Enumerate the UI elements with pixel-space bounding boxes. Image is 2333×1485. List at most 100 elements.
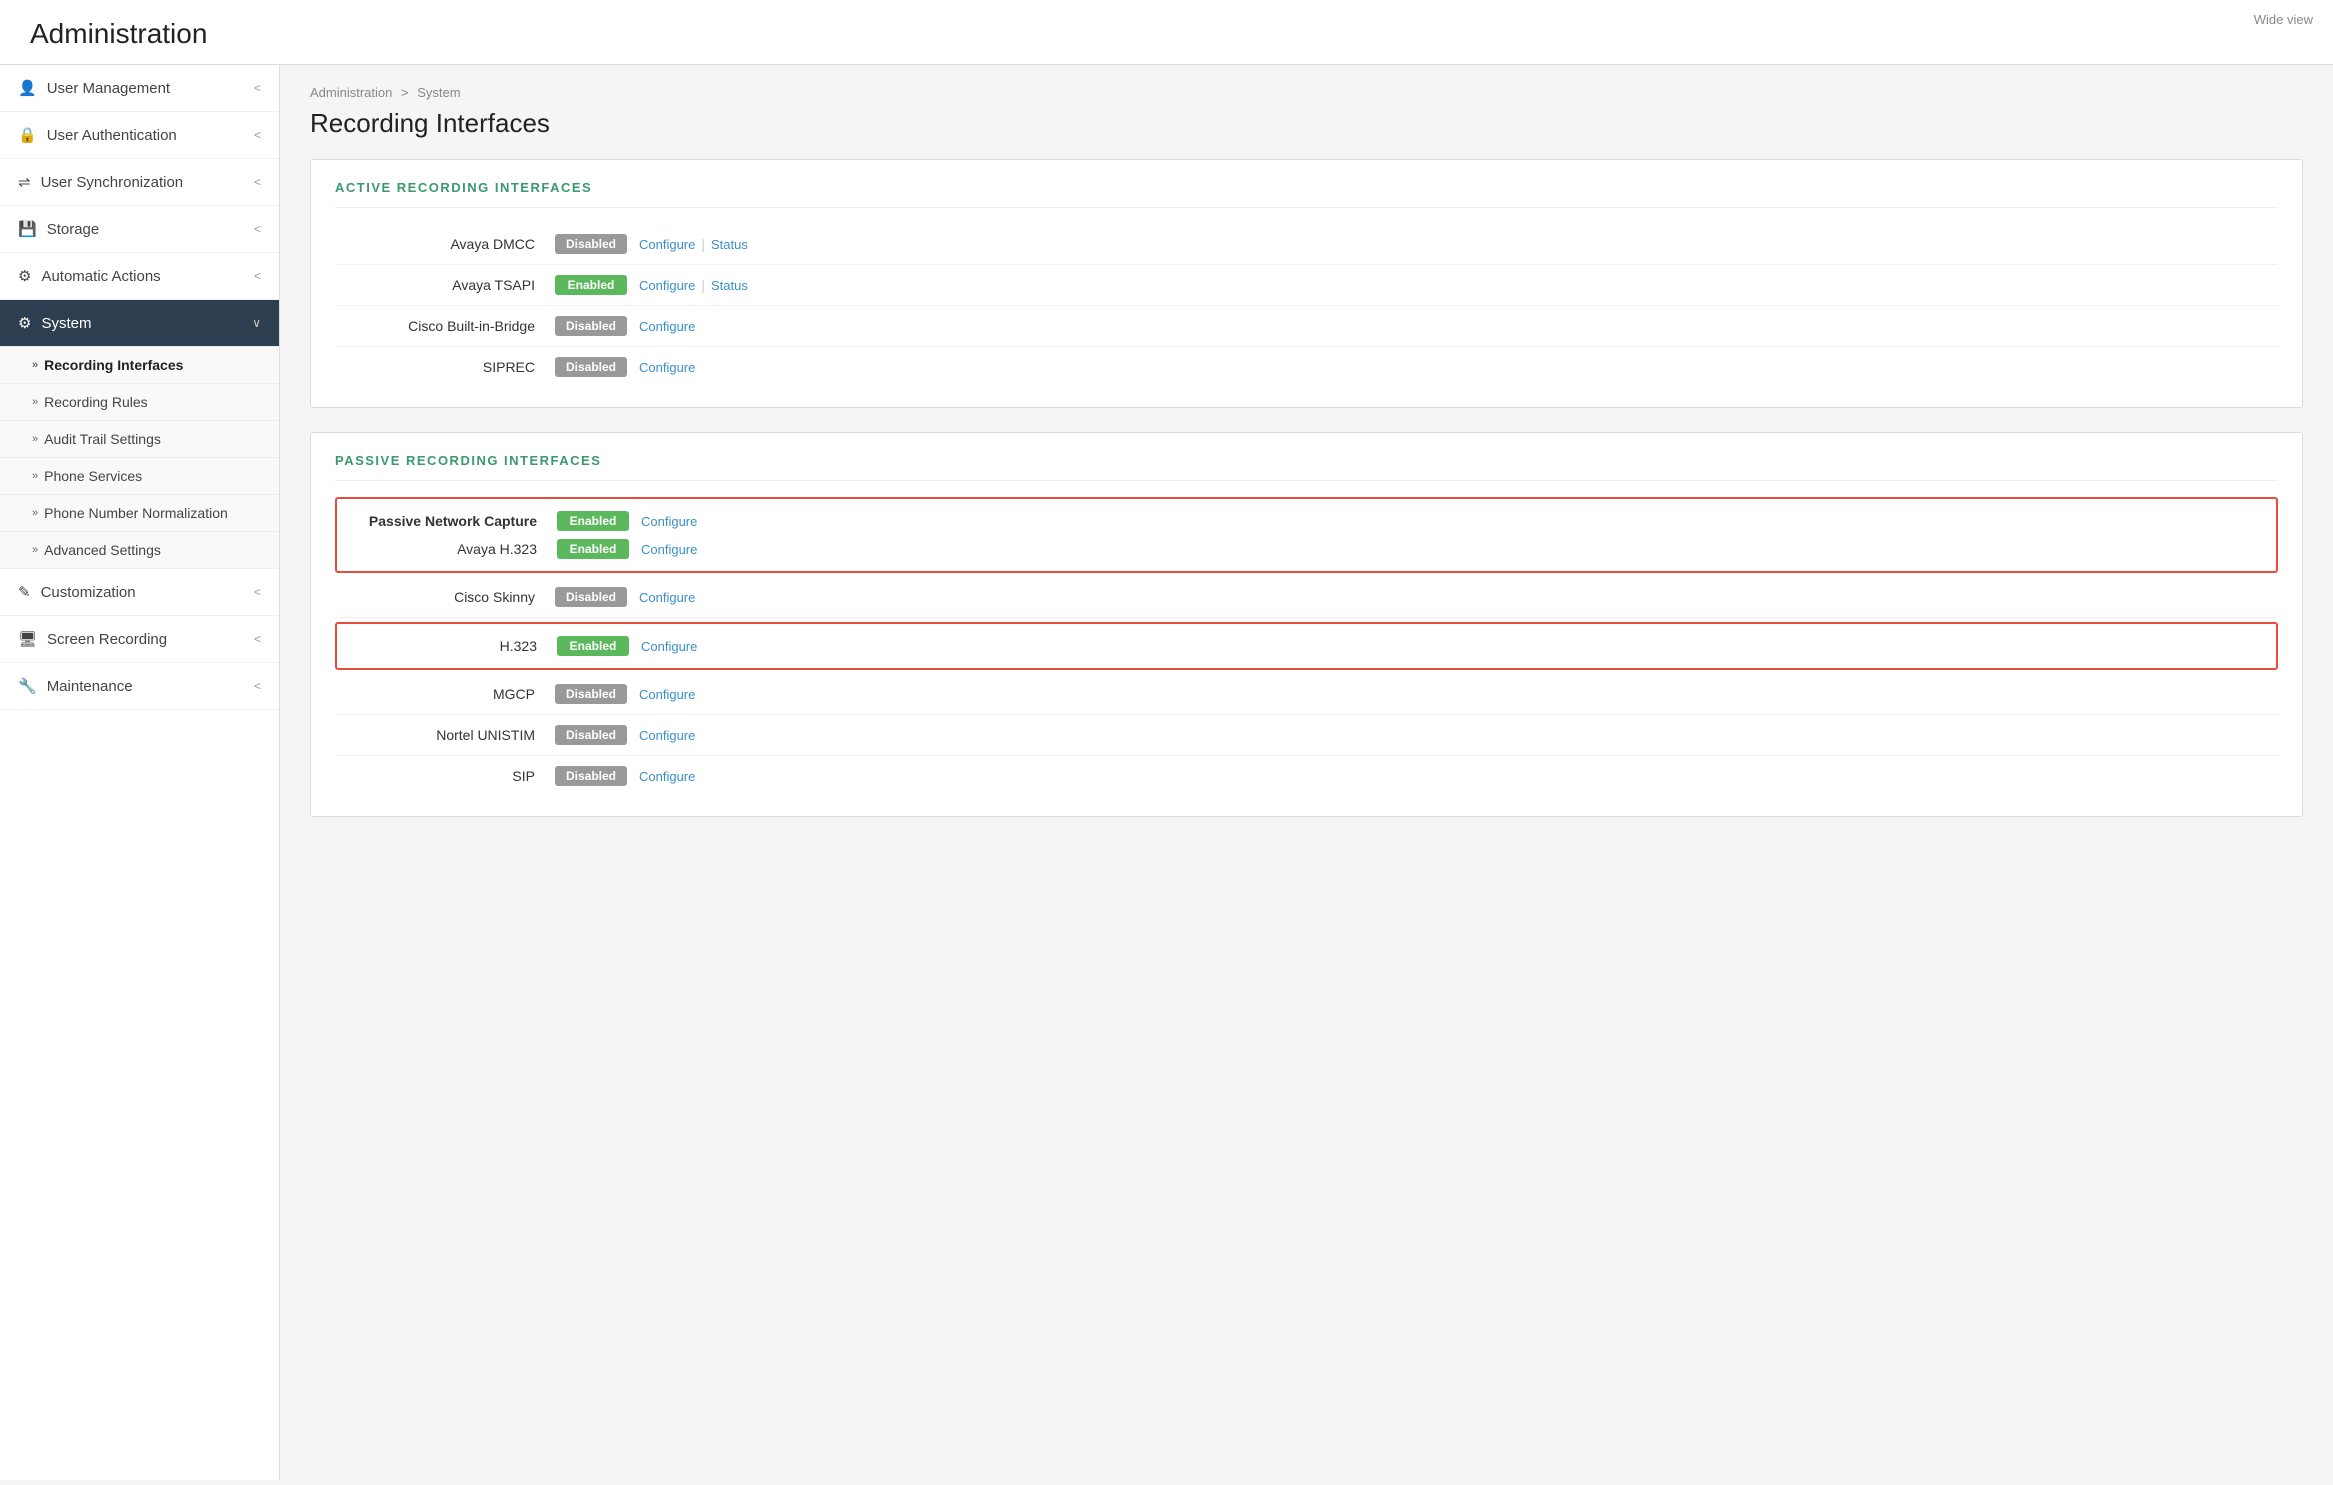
chevron-user-management: <	[254, 81, 261, 95]
action-link-status[interactable]: Status	[711, 237, 748, 252]
arrow-audit-trail-settings: »	[32, 433, 38, 445]
subitem-label-advanced-settings: Advanced Settings	[44, 542, 161, 558]
interface-actions: Configure	[641, 542, 697, 557]
icon-customization: ✎	[18, 583, 31, 601]
chevron-customization: <	[254, 585, 261, 599]
sidebar-item-system[interactable]: ⚙ System ∨	[0, 300, 279, 347]
sidebar-label-automatic-actions: Automatic Actions	[41, 268, 160, 285]
action-separator: |	[701, 277, 705, 293]
subitem-label-phone-services: Phone Services	[44, 468, 142, 484]
action-separator: |	[701, 236, 705, 252]
interface-actions: Configure	[639, 360, 695, 375]
table-row: Passive Network CaptureEnabled Configure	[337, 507, 2276, 535]
interface-actions: Configure	[639, 728, 695, 743]
action-link-configure[interactable]: Configure	[639, 687, 695, 702]
action-link-configure[interactable]: Configure	[641, 639, 697, 654]
table-row: Cisco SkinnyDisabled Configure	[335, 577, 2278, 618]
chevron-user-authentication: <	[254, 128, 261, 142]
status-badge: Enabled	[557, 636, 629, 656]
table-row: SIPRECDisabled Configure	[335, 347, 2278, 387]
chevron-screen-recording: <	[254, 632, 261, 646]
table-row: H.323Enabled Configure	[337, 632, 2276, 660]
status-badge: Enabled	[557, 511, 629, 531]
arrow-recording-interfaces: »	[32, 359, 38, 371]
action-link-configure[interactable]: Configure	[639, 319, 695, 334]
interface-actions: Configure	[639, 590, 695, 605]
page-title: Administration	[30, 18, 2303, 50]
action-link-configure[interactable]: Configure	[639, 590, 695, 605]
interface-name: Avaya H.323	[337, 541, 557, 557]
sidebar-label-screen-recording: Screen Recording	[47, 631, 167, 648]
sidebar-subitem-phone-number-normalization[interactable]: » Phone Number Normalization	[0, 495, 279, 532]
action-link-configure[interactable]: Configure	[639, 278, 695, 293]
interface-name: Passive Network Capture	[337, 513, 557, 529]
status-badge: Enabled	[557, 539, 629, 559]
sidebar-label-user-authentication: User Authentication	[47, 127, 177, 144]
table-row: Nortel UNISTIMDisabled Configure	[335, 715, 2278, 756]
action-link-configure[interactable]: Configure	[639, 237, 695, 252]
active-recording-section: ACTIVE RECORDING INTERFACES Avaya DMCCDi…	[310, 159, 2303, 408]
action-link-configure[interactable]: Configure	[641, 514, 697, 529]
icon-user-management: 👤	[18, 79, 37, 97]
interface-actions: Configure	[639, 319, 695, 334]
status-badge: Disabled	[555, 357, 627, 377]
status-badge: Disabled	[555, 684, 627, 704]
sidebar-subitem-phone-services[interactable]: »Phone Services	[0, 458, 279, 495]
table-row: Avaya DMCCDisabledConfigure|Status	[335, 224, 2278, 265]
sidebar-label-system: System	[41, 315, 91, 332]
sidebar-label-maintenance: Maintenance	[47, 678, 133, 695]
action-link-configure[interactable]: Configure	[641, 542, 697, 557]
sidebar-subitem-advanced-settings[interactable]: »Advanced Settings	[0, 532, 279, 569]
table-row: Avaya TSAPIEnabledConfigure|Status	[335, 265, 2278, 306]
interface-name: Cisco Skinny	[335, 589, 555, 605]
interface-name: MGCP	[335, 686, 555, 702]
interface-name: Avaya DMCC	[335, 236, 555, 252]
sidebar-item-user-authentication[interactable]: 🔒 User Authentication <	[0, 112, 279, 159]
sidebar-item-user-management[interactable]: 👤 User Management <	[0, 65, 279, 112]
sidebar-item-customization[interactable]: ✎ Customization <	[0, 569, 279, 616]
passive-recording-section: PASSIVE RECORDING INTERFACES Passive Net…	[310, 432, 2303, 817]
interface-name: SIPREC	[335, 359, 555, 375]
interface-actions: Configure	[641, 639, 697, 654]
chevron-system: ∨	[252, 316, 261, 330]
subitem-label-recording-rules: Recording Rules	[44, 394, 148, 410]
icon-system: ⚙	[18, 314, 31, 332]
sidebar-item-maintenance[interactable]: 🔧 Maintenance <	[0, 663, 279, 710]
sidebar-subitem-audit-trail-settings[interactable]: »Audit Trail Settings	[0, 421, 279, 458]
wide-view-link[interactable]: Wide view	[2254, 12, 2313, 27]
interface-name: Avaya TSAPI	[335, 277, 555, 293]
action-link-configure[interactable]: Configure	[639, 769, 695, 784]
chevron-user-synchronization: <	[254, 175, 261, 189]
breadcrumb: Administration > System	[310, 85, 2303, 100]
action-link-configure[interactable]: Configure	[639, 360, 695, 375]
status-badge: Disabled	[555, 316, 627, 336]
arrow-phone-number-normalization: »	[32, 507, 38, 519]
subitem-label-phone-number-normalization: Phone Number Normalization	[44, 505, 228, 521]
interface-actions: Configure | Status	[639, 277, 748, 293]
subitem-label-recording-interfaces: Recording Interfaces	[44, 357, 183, 373]
sidebar-subitem-recording-interfaces[interactable]: » Recording Interfaces	[0, 347, 279, 384]
content-title: Recording Interfaces	[310, 108, 2303, 139]
table-row: Cisco Built-in-BridgeDisabledConfigure	[335, 306, 2278, 347]
action-link-status[interactable]: Status	[711, 278, 748, 293]
interface-name: SIP	[335, 768, 555, 784]
sidebar-label-customization: Customization	[41, 584, 136, 601]
sidebar-item-user-synchronization[interactable]: ⇌ User Synchronization <	[0, 159, 279, 206]
passive-section-heading: PASSIVE RECORDING INTERFACES	[335, 453, 2278, 481]
sidebar-subitem-recording-rules[interactable]: »Recording Rules	[0, 384, 279, 421]
status-badge: Disabled	[555, 725, 627, 745]
sidebar-item-automatic-actions[interactable]: ⚙ Automatic Actions <	[0, 253, 279, 300]
interface-name: Nortel UNISTIM	[335, 727, 555, 743]
status-badge: Disabled	[555, 766, 627, 786]
status-badge: Disabled	[555, 587, 627, 607]
sidebar-label-storage: Storage	[47, 221, 100, 238]
interface-name: H.323	[337, 638, 557, 654]
icon-screen-recording: 🖥	[18, 630, 37, 648]
sidebar-item-screen-recording[interactable]: 🖥 Screen Recording <	[0, 616, 279, 663]
interface-actions: Configure	[639, 687, 695, 702]
chevron-maintenance: <	[254, 679, 261, 693]
action-link-configure[interactable]: Configure	[639, 728, 695, 743]
icon-maintenance: 🔧	[18, 677, 37, 695]
icon-user-synchronization: ⇌	[18, 173, 31, 191]
sidebar-item-storage[interactable]: 💾 Storage <	[0, 206, 279, 253]
